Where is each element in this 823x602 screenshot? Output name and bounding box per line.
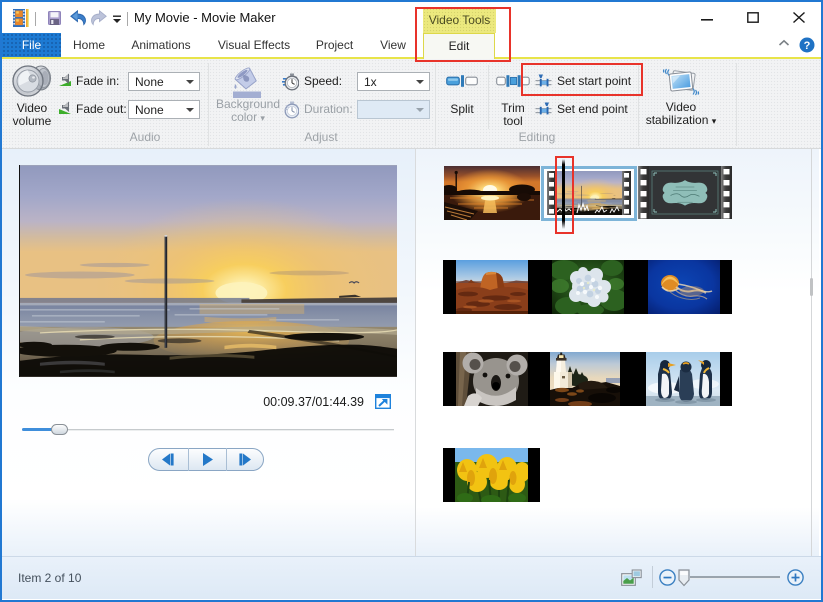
- svg-text:?: ?: [804, 40, 811, 52]
